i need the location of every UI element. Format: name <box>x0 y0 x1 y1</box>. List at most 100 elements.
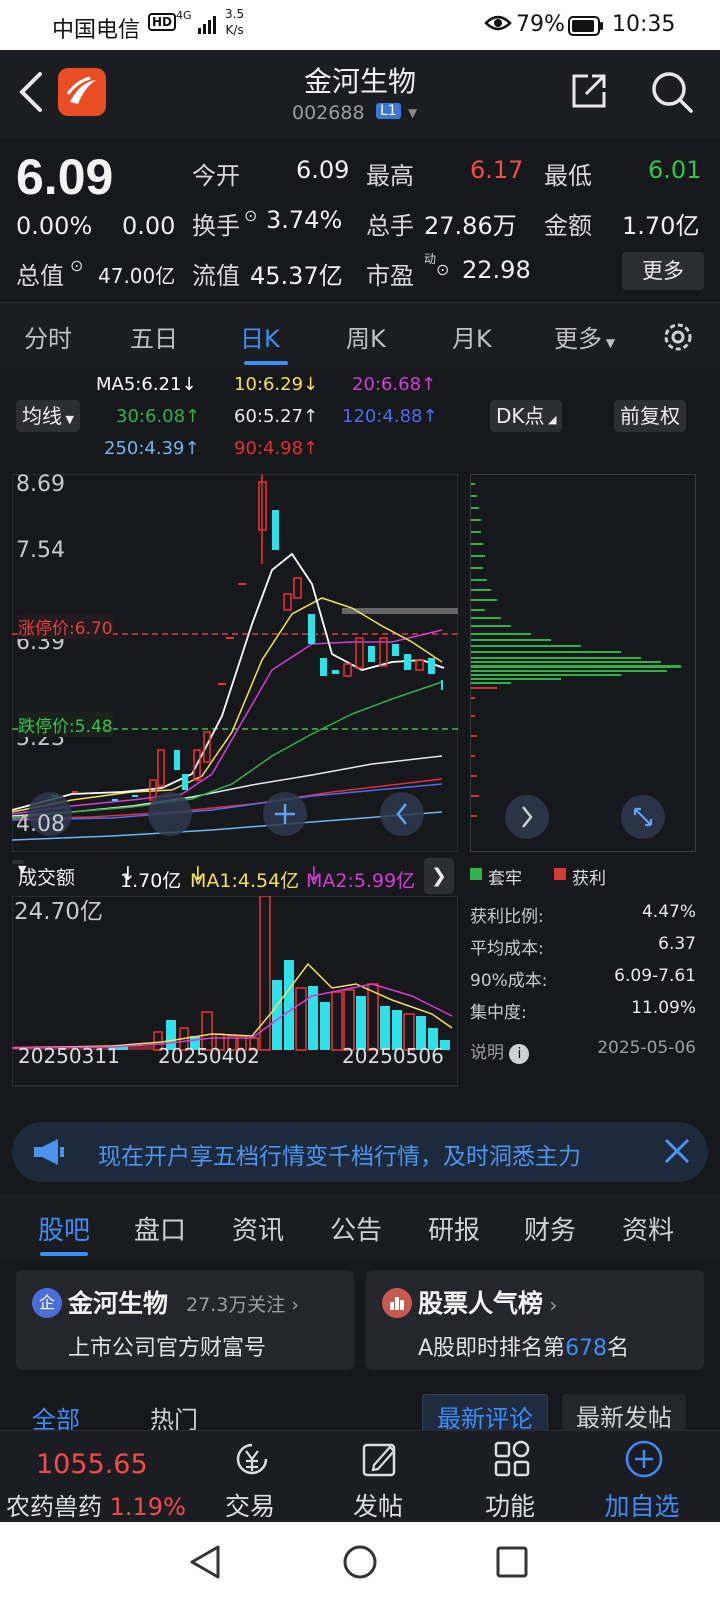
tab-financials[interactable]: 财务 <box>524 1210 576 1247</box>
ma30-label: 30:6.08↑ <box>116 406 201 427</box>
ma250-label: 250:4.39↑ <box>104 438 200 459</box>
battery-icon <box>568 16 603 36</box>
pe-value: 22.98 <box>462 256 531 284</box>
tab-intraday[interactable]: 分时 <box>24 319 72 354</box>
date-label-start: 20250311 <box>18 1044 120 1068</box>
trade-button[interactable]: 交易 <box>190 1431 310 1523</box>
limit-up-label: 涨停价:6.70 <box>18 614 113 639</box>
popularity-card-name: 股票人气榜 › <box>418 1289 558 1318</box>
sector-index[interactable]: 1055.65 农药兽药 1.19% <box>0 1431 190 1523</box>
profit-legend-label: 获利 <box>572 869 606 889</box>
turnover-info-icon[interactable]: ⊙ <box>244 206 257 225</box>
ma10-label: 10:6.29↓ <box>234 374 319 395</box>
volume-collapse-button[interactable]: ❯ <box>424 858 454 894</box>
float-label: 流值 <box>192 262 240 290</box>
system-nav-bar <box>0 1522 720 1600</box>
low-label: 最低 <box>544 162 592 190</box>
turnover-value: 3.74% <box>266 206 343 234</box>
enterprise-icon: 企 <box>32 1288 62 1318</box>
tab-weekly-k[interactable]: 周K <box>346 319 386 354</box>
info-icon[interactable]: i <box>509 1044 530 1064</box>
tab-news[interactable]: 资讯 <box>232 1210 284 1247</box>
date-label-mid: 20250402 <box>158 1044 260 1068</box>
sector-index-name: 农药兽药 1.19% <box>6 1493 186 1521</box>
limit-down-label: 跌停价:5.48 <box>18 712 113 737</box>
tab-forum[interactable]: 股吧 <box>38 1210 90 1247</box>
more-quote-button[interactable]: 更多 <box>622 252 704 290</box>
grid-icon <box>494 1440 530 1477</box>
tab-announcements[interactable]: 公告 <box>330 1210 382 1247</box>
chip-next-button[interactable] <box>505 795 549 839</box>
dk-point-button[interactable]: DK点 ◢ <box>490 400 563 432</box>
volume-type-button[interactable]: 成交额 ▼ <box>12 860 75 889</box>
popularity-rank: A股即时排名第678名 <box>418 1336 630 1361</box>
amount-value: 1.70亿 <box>622 212 700 240</box>
ma90-label: 90:4.98↑ <box>234 438 319 459</box>
mktcap-label: 总值 <box>16 262 64 290</box>
network-type: 4G <box>176 9 192 22</box>
chip-note-link[interactable]: 说明 i <box>470 1038 530 1064</box>
pe-dynamic-mark: 动 <box>424 252 437 266</box>
kline-chart[interactable]: 8.69 7.54 6.39 5.23 4.08 涨停价:6.70 跌停价:5.… <box>11 472 459 853</box>
tab-orderbook[interactable]: 盘口 <box>134 1210 186 1247</box>
status-bar: 中国电信 HD 4G 3.5 K/s 79% 10:35 <box>0 0 720 50</box>
function-label: 功能 <box>484 1492 535 1521</box>
y-label-top: 8.69 <box>16 472 65 497</box>
y-label-2: 7.54 <box>16 538 65 563</box>
price-adjust-button[interactable]: 前复权 <box>614 400 686 432</box>
section-tabs: 股吧 盘口 资讯 公告 研报 财务 资料 <box>0 1194 720 1260</box>
company-card-name: 金河生物 <box>68 1289 169 1318</box>
pe-info-icon[interactable]: ⊙ <box>436 260 449 279</box>
chip-distribution[interactable] <box>470 474 696 852</box>
tab-profile[interactable]: 资料 <box>622 1210 674 1247</box>
kline-prev-button[interactable] <box>380 792 424 836</box>
low-value: 6.01 <box>648 156 702 184</box>
tab-five-day[interactable]: 五日 <box>130 319 178 354</box>
tab-daily-k[interactable]: 日K <box>240 319 280 354</box>
add-watchlist-button[interactable]: 加自选 <box>582 1431 702 1523</box>
volume-label: 总手 <box>366 212 414 240</box>
chip-bars-profit <box>471 687 497 817</box>
kline-svg <box>11 473 459 853</box>
search-icon[interactable] <box>650 70 694 114</box>
function-button[interactable]: 功能 <box>450 1431 570 1523</box>
ranking-icon <box>382 1288 412 1318</box>
nav-home-icon[interactable] <box>342 1544 378 1580</box>
company-fortune-card[interactable]: 企 金河生物 27.3万关注 › 上市公司官方财富号 <box>16 1270 354 1370</box>
volume-max-label: 24.70亿 <box>14 899 103 925</box>
nav-recents-icon[interactable] <box>496 1546 528 1578</box>
signal-icon <box>198 16 216 34</box>
active-tab-indicator <box>244 361 288 365</box>
clock: 10:35 <box>612 12 676 37</box>
level-dropdown-icon[interactable]: ▼ <box>408 106 417 120</box>
banner-text: 现在开户享五档行情变千档行情，及时洞悉主力 <box>98 1144 581 1170</box>
post-button[interactable]: 发帖 <box>318 1431 438 1523</box>
turnover-label: 换手 <box>192 212 240 240</box>
level-badge[interactable]: L1 <box>376 103 401 119</box>
carrier-label: 中国电信 <box>52 18 141 43</box>
eye-comfort-icon <box>484 15 512 31</box>
nav-back-icon[interactable] <box>188 1544 222 1580</box>
high-value: 6.17 <box>470 156 524 184</box>
promo-banner[interactable]: 现在开户享五档行情变千档行情，及时洞悉主力 <box>12 1122 708 1182</box>
kline-scroll-left-button[interactable] <box>148 792 192 836</box>
post-label: 发帖 <box>352 1492 403 1521</box>
trade-icon <box>236 1443 268 1475</box>
tab-research[interactable]: 研报 <box>428 1210 480 1247</box>
bottom-bar: 1055.65 农药兽药 1.19% 交易 发帖 功能 加自选 <box>0 1430 720 1522</box>
volume-value: 1.70亿 ↓ <box>120 863 182 892</box>
chip-svg <box>471 483 681 839</box>
ma-type-button[interactable]: 均线 ▼ <box>16 400 80 432</box>
volume-chart[interactable]: 24.70亿 20250311 20250402 20250506 <box>11 895 459 1106</box>
amount-label: 金额 <box>544 212 592 240</box>
tab-more[interactable]: 更多 ▼ <box>554 319 615 354</box>
gear-icon[interactable] <box>660 319 696 355</box>
add-circle-icon <box>625 1440 663 1478</box>
popularity-card[interactable]: 股票人气榜 › A股即时排名第678名 <box>366 1270 704 1370</box>
mktcap-info-icon[interactable]: ⊙ <box>70 256 83 275</box>
share-icon[interactable] <box>568 70 610 112</box>
tab-monthly-k[interactable]: 月K <box>452 319 492 354</box>
active-section-indicator <box>40 1252 88 1256</box>
ma60-label: 60:5.27↑ <box>234 406 319 427</box>
close-icon[interactable] <box>662 1136 692 1166</box>
